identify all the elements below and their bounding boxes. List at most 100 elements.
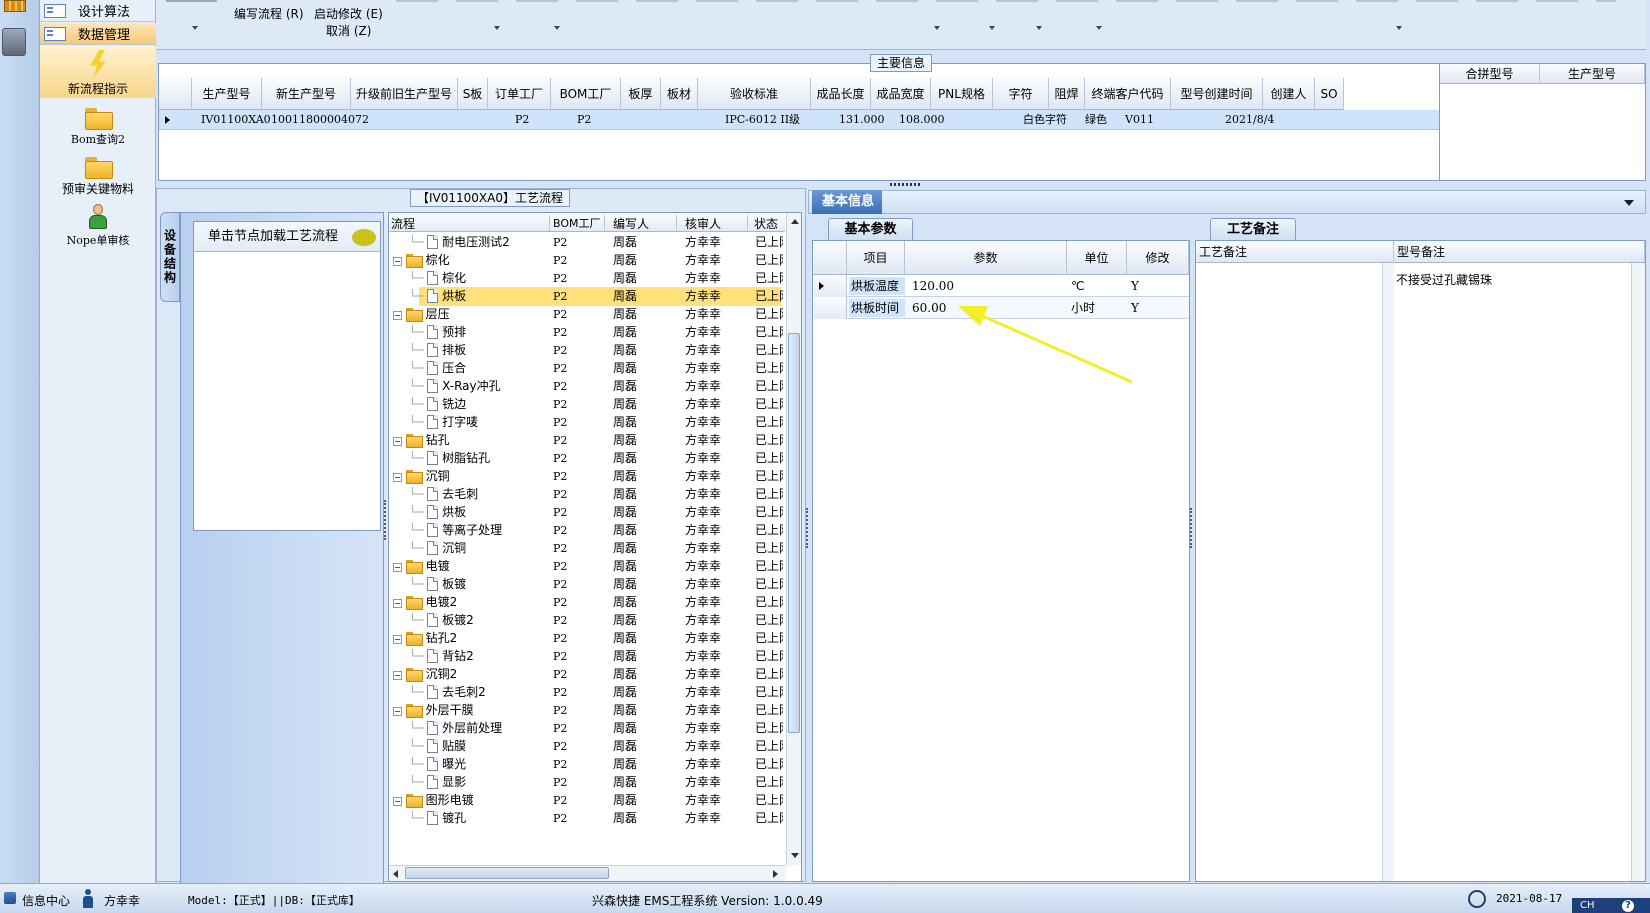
chevron-down-icon[interactable] xyxy=(1396,26,1402,30)
toolbar-item[interactable]: ─────── xyxy=(166,0,217,8)
col-header[interactable]: 核审人 xyxy=(676,215,721,232)
col-header[interactable]: 升级前旧生产型号 xyxy=(351,78,458,110)
tree-row[interactable]: └─ 板镀2 P2 周磊 方幸幸 已上网 xyxy=(389,611,783,630)
table-row[interactable]: 烘板温度 120.00 ℃ Y xyxy=(813,275,1189,297)
chevron-down-icon[interactable] xyxy=(1624,200,1634,206)
cancel-button[interactable]: 取消 (Z) xyxy=(326,22,371,39)
col-header[interactable]: 创建人 xyxy=(1263,78,1315,110)
tree-row[interactable]: └─ 外层前处理 P2 周磊 方幸幸 已上网 xyxy=(389,719,783,738)
tree-row[interactable]: └─ 背钻2 P2 周磊 方幸幸 已上网 xyxy=(389,647,783,666)
collapse-icon[interactable]: − xyxy=(393,797,402,806)
tree-row[interactable]: └─ 镀孔 P2 周磊 方幸幸 已上网 xyxy=(389,809,783,828)
tab-device-structure[interactable]: 设备结构 xyxy=(160,212,180,302)
col-header[interactable]: 板厚 xyxy=(621,78,661,110)
tab-process-remark[interactable]: 工艺备注 xyxy=(1210,218,1296,240)
tree-row[interactable]: └─ 曝光 P2 周磊 方幸幸 已上网 xyxy=(389,755,783,774)
tree-row[interactable]: − 电镀 P2 周磊 方幸幸 已上网 xyxy=(389,557,783,576)
scroll-left-icon[interactable] xyxy=(393,870,398,878)
row-header[interactable] xyxy=(813,297,847,319)
col-header[interactable]: 生产型号 xyxy=(1540,64,1645,84)
collapse-icon[interactable]: − xyxy=(393,599,402,608)
nav-bom-query[interactable]: Bom查询2 xyxy=(40,106,156,147)
gamepad-icon[interactable] xyxy=(2,28,26,56)
nav-data-management[interactable]: 数据管理 xyxy=(40,23,156,45)
tree-row[interactable]: └─ 压合 P2 周磊 方幸幸 已上网 xyxy=(389,359,783,378)
tree-row[interactable]: └─ 排板 P2 周磊 方幸幸 已上网 xyxy=(389,341,783,360)
col-header[interactable]: 板材 xyxy=(661,78,698,110)
tree-row[interactable]: └─ 预排 P2 周磊 方幸幸 已上网 xyxy=(389,323,783,342)
col-header[interactable]: PNL规格 xyxy=(931,78,993,110)
scroll-down-icon[interactable] xyxy=(791,853,799,858)
col-header[interactable]: 验收标准 xyxy=(698,78,811,110)
vertical-scrollbar[interactable] xyxy=(1382,263,1394,881)
collapse-icon[interactable]: − xyxy=(393,257,402,266)
tree-row[interactable]: └─ 树脂钻孔 P2 周磊 方幸幸 已上网 xyxy=(389,449,783,468)
scroll-thumb[interactable] xyxy=(405,867,609,879)
collapse-icon[interactable]: − xyxy=(393,473,402,482)
tree-row[interactable]: └─ 烘板 P2 周磊 方幸幸 已上网 xyxy=(389,287,783,306)
chevron-down-icon[interactable] xyxy=(494,26,500,30)
info-center-label[interactable]: 信息中心 xyxy=(22,892,70,909)
col-header[interactable]: BOM工厂 xyxy=(551,78,621,110)
col-header[interactable]: SO xyxy=(1315,78,1344,110)
tree-row[interactable]: − 图形电镀 P2 周磊 方幸幸 已上网 xyxy=(389,791,783,810)
tab-basic-params[interactable]: 基本参数 xyxy=(828,218,913,240)
horizontal-scrollbar[interactable] xyxy=(389,865,786,881)
collapse-icon[interactable]: − xyxy=(393,311,402,320)
nav-design-algorithm[interactable]: 设计算法 xyxy=(40,0,156,22)
col-header[interactable]: 单位 xyxy=(1067,241,1127,275)
ime-indicator[interactable]: CH ? xyxy=(1572,898,1650,913)
nav-nope-review[interactable]: Nope单审核 xyxy=(40,204,156,248)
chevron-down-icon[interactable] xyxy=(554,26,560,30)
chevron-down-icon[interactable] xyxy=(192,26,198,30)
col-header[interactable]: 型号创建时间 xyxy=(1171,78,1263,110)
chevron-down-icon[interactable] xyxy=(934,26,940,30)
vertical-scrollbar[interactable] xyxy=(786,213,801,865)
col-header[interactable]: 流程 xyxy=(391,215,415,232)
tree-row[interactable]: − 电镀2 P2 周磊 方幸幸 已上网 xyxy=(389,593,783,612)
tree-row[interactable]: └─ 去毛刺2 P2 周磊 方幸幸 已上网 xyxy=(389,683,783,702)
col-header[interactable]: 成品长度 xyxy=(811,78,871,110)
help-icon[interactable]: ? xyxy=(1622,900,1634,912)
collapse-icon[interactable]: − xyxy=(393,437,402,446)
scroll-right-icon[interactable] xyxy=(773,870,778,878)
cell-value[interactable]: 120.00 xyxy=(910,277,954,295)
tree-row[interactable]: └─ 显影 P2 周磊 方幸幸 已上网 xyxy=(389,773,783,792)
col-header[interactable]: 合拼型号 xyxy=(1440,64,1540,84)
col-header[interactable]: 参数 xyxy=(905,241,1067,275)
tree-row[interactable]: − 棕化 P2 周磊 方幸幸 已上网 xyxy=(389,251,783,270)
splitter-grip[interactable] xyxy=(806,508,810,548)
chevron-down-icon[interactable] xyxy=(989,26,995,30)
vertical-scrollbar[interactable] xyxy=(1631,263,1645,881)
tree-row[interactable]: − 外层干膜 P2 周磊 方幸幸 已上网 xyxy=(389,701,783,720)
col-header[interactable]: 项目 xyxy=(847,241,905,275)
start-modify-button[interactable]: 启动修改 (E) xyxy=(314,5,383,22)
col-header[interactable]: S板 xyxy=(458,78,488,110)
collapse-icon[interactable]: − xyxy=(393,671,402,680)
grid-corner[interactable] xyxy=(813,241,847,275)
col-header[interactable]: 新生产型号 xyxy=(262,78,351,110)
tree-row[interactable]: └─ X-Ray冲孔 P2 周磊 方幸幸 已上网 xyxy=(389,377,783,396)
tree-row[interactable]: − 沉铜2 P2 周磊 方幸幸 已上网 xyxy=(389,665,783,684)
grid-corner[interactable] xyxy=(159,78,192,110)
chevron-down-icon[interactable] xyxy=(1036,26,1042,30)
collapse-icon[interactable]: − xyxy=(393,635,402,644)
tree-row[interactable]: └─ 耐电压测试2 P2 周磊 方幸幸 已上网 xyxy=(389,233,783,252)
collapse-icon[interactable]: − xyxy=(393,707,402,716)
tree-row[interactable]: − 沉铜 P2 周磊 方幸幸 已上网 xyxy=(389,467,783,486)
tree-row[interactable]: └─ 等离子处理 P2 周磊 方幸幸 已上网 xyxy=(389,521,783,540)
tree-row[interactable]: └─ 打字唛 P2 周磊 方幸幸 已上网 xyxy=(389,413,783,432)
row-header[interactable] xyxy=(813,275,847,297)
tree-row[interactable]: └─ 去毛刺 P2 周磊 方幸幸 已上网 xyxy=(389,485,783,504)
tree-row[interactable]: └─ 铣边 P2 周磊 方幸幸 已上网 xyxy=(389,395,783,414)
col-header[interactable]: 阻焊 xyxy=(1049,78,1085,110)
tree-row[interactable]: − 钻孔2 P2 周磊 方幸幸 已上网 xyxy=(389,629,783,648)
col-header[interactable]: 终端客户代码 xyxy=(1085,78,1171,110)
tree-row[interactable]: − 层压 P2 周磊 方幸幸 已上网 xyxy=(389,305,783,324)
cell-value[interactable]: 60.00 xyxy=(910,299,946,317)
col-header[interactable]: 状态 xyxy=(747,215,778,232)
chevron-down-icon[interactable] xyxy=(1096,26,1102,30)
col-header[interactable]: 成品宽度 xyxy=(871,78,931,110)
nav-new-flow[interactable]: 新流程指示 xyxy=(40,46,156,98)
col-header[interactable]: 生产型号 xyxy=(192,78,262,110)
